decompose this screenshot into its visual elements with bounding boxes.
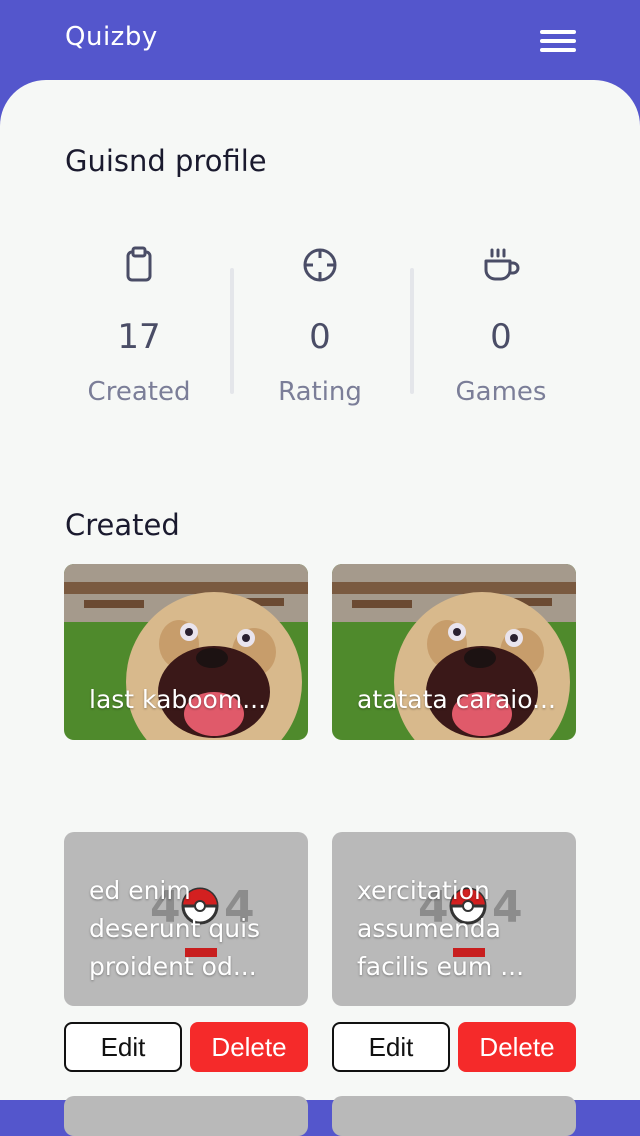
brand-logo[interactable]: Quizby xyxy=(65,22,158,52)
clipboard-icon xyxy=(126,246,152,282)
stat-created-value: 17 xyxy=(117,317,161,357)
edit-button[interactable]: Edit xyxy=(64,1022,182,1072)
quiz-card[interactable] xyxy=(332,1096,576,1136)
stat-rating-value: 0 xyxy=(309,317,331,357)
stat-games-label: Games xyxy=(455,377,547,407)
section-title-created: Created xyxy=(65,508,180,542)
stat-rating: 0 Rating xyxy=(230,245,410,407)
delete-button[interactable]: Delete xyxy=(458,1022,576,1072)
quiz-card-title: ed enim deserunt quis proident od... xyxy=(89,876,261,981)
stat-created-label: Created xyxy=(87,377,191,407)
hamburger-menu-icon[interactable] xyxy=(538,28,578,58)
quiz-card-title: last kaboom... xyxy=(89,685,267,714)
edit-button[interactable]: Edit xyxy=(332,1022,450,1072)
quiz-card[interactable] xyxy=(64,1096,308,1136)
quiz-card[interactable]: 4 4 xercitation assumenda facilis eum ..… xyxy=(332,832,576,1006)
profile-sheet: Guisnd profile 17 Created 0 Rating 0 Gam… xyxy=(0,80,640,1136)
stat-created: 17 Created xyxy=(49,245,229,407)
quiz-card[interactable]: 4 4 ed enim deserunt quis proident od... xyxy=(64,832,308,1006)
coffee-cup-icon xyxy=(484,248,520,281)
stat-rating-label: Rating xyxy=(278,377,362,407)
quiz-card[interactable]: last kaboom... xyxy=(64,564,308,740)
stat-games-value: 0 xyxy=(490,317,512,357)
stat-games: 0 Games xyxy=(411,245,591,407)
quiz-card[interactable]: atatata caraio... xyxy=(332,564,576,740)
delete-button[interactable]: Delete xyxy=(190,1022,308,1072)
quiz-card-title: atatata caraio... xyxy=(357,685,556,714)
quiz-card-title: xercitation assumenda facilis eum ... xyxy=(357,876,525,981)
page-title: Guisnd profile xyxy=(65,144,267,178)
crosshair-icon xyxy=(303,248,337,282)
